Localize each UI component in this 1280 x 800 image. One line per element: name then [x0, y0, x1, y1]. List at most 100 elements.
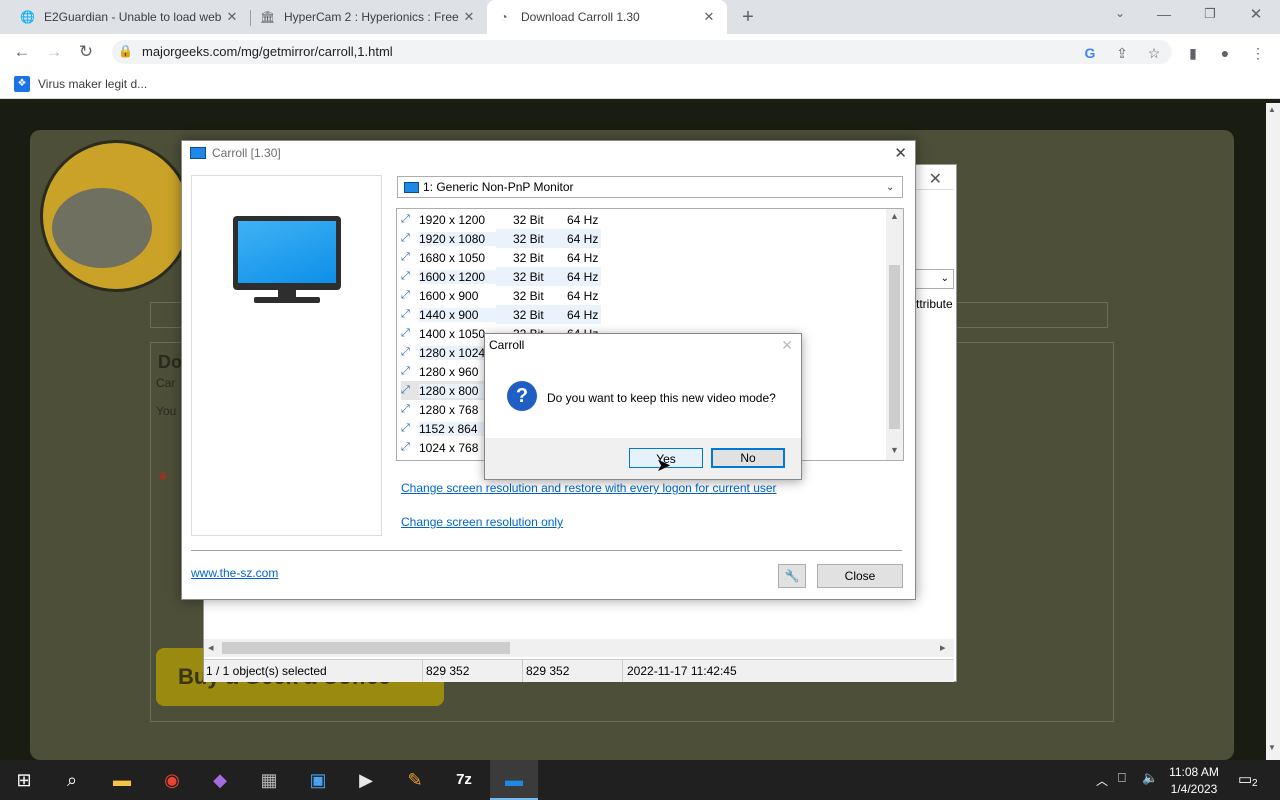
mode-bits: 32 Bit: [513, 307, 544, 322]
resize-arrow-icon: ⤢: [401, 422, 410, 434]
carroll-close-icon[interactable]: ✕: [894, 144, 907, 162]
7zip-icon[interactable]: 7z: [440, 760, 488, 800]
video-mode-row[interactable]: ⤢ 1920 x 1080 32 Bit 64 Hz: [401, 229, 601, 248]
close-tab-icon[interactable]: ✕: [224, 9, 240, 25]
new-tab-button[interactable]: +: [737, 6, 759, 28]
list-scrollbar[interactable]: ▲ ▼: [886, 209, 903, 460]
resize-arrow-icon: ⤢: [401, 403, 410, 415]
photos-icon[interactable]: ▣: [294, 760, 342, 800]
preview-panel: [191, 175, 382, 536]
video-mode-row[interactable]: ⤢ 1600 x 900 32 Bit 64 Hz: [401, 286, 601, 305]
bg-close-icon[interactable]: ✕: [929, 169, 942, 189]
scroll-right-icon[interactable]: ▸: [940, 641, 946, 654]
globe-icon: 🌐: [20, 10, 35, 24]
list-scroll-thumb[interactable]: [889, 265, 900, 429]
resize-arrow-icon: ⤢: [401, 384, 410, 396]
lock-icon[interactable]: 🔒: [118, 44, 133, 58]
warning-icon: ▲: [156, 466, 170, 482]
tab-e2guardian[interactable]: 🌐 E2Guardian - Unable to load web ✕: [10, 0, 250, 34]
restore-icon[interactable]: ❐: [1200, 6, 1220, 22]
forward-icon[interactable]: →: [44, 42, 64, 62]
change-resolution-restore-link[interactable]: Change screen resolution and restore wit…: [401, 481, 777, 495]
close-tab-icon[interactable]: ✕: [461, 9, 477, 25]
mode-resolution: 1920 x 1200: [419, 212, 486, 227]
show-hidden-icons[interactable]: ︿: [1096, 772, 1108, 789]
back-icon[interactable]: ←: [12, 42, 32, 62]
search-icon[interactable]: ⌕: [48, 760, 96, 800]
winrar-icon[interactable]: ▦: [245, 760, 293, 800]
google-icon[interactable]: G: [1081, 44, 1099, 62]
mode-refresh: 64 Hz: [567, 250, 599, 265]
scroll-up-icon[interactable]: ▲: [1268, 105, 1276, 114]
visual-studio-icon[interactable]: ◆: [196, 760, 244, 800]
minimize-icon[interactable]: —: [1154, 6, 1174, 22]
mode-resolution: 1600 x 900: [419, 288, 479, 303]
attributes-header: ttribute: [916, 297, 953, 311]
wrench-icon: 🔧: [784, 569, 800, 583]
video-mode-row[interactable]: ⤢ 1600 x 1200 32 Bit 64 Hz: [401, 267, 601, 286]
close-tab-icon[interactable]: ✕: [701, 9, 717, 25]
tab-search-icon[interactable]: ⌄: [1110, 6, 1130, 20]
video-mode-row[interactable]: ⤢ 1920 x 1200 32 Bit 64 Hz: [401, 210, 601, 229]
status-bar: 1 / 1 object(s) selected 829 352 829 352…: [204, 659, 954, 682]
monitor-select[interactable]: 1: Generic Non-PnP Monitor ⌄: [397, 176, 903, 198]
mascot-face: [52, 188, 152, 268]
carroll-taskbar-icon[interactable]: ▬: [490, 760, 538, 800]
bg-hscroll[interactable]: ◂ ▸: [204, 639, 954, 657]
tab-download-carroll[interactable]: ◔ Download Carroll 1.30 ✕: [487, 0, 727, 34]
volume-icon[interactable]: 🔈: [1142, 770, 1158, 786]
menu-icon[interactable]: ⋮: [1249, 44, 1267, 62]
video-mode-row[interactable]: ⤢ 1440 x 900 32 Bit 64 Hz: [401, 305, 601, 324]
no-button[interactable]: No: [711, 448, 785, 468]
mode-bits: 32 Bit: [513, 288, 544, 303]
scroll-left-icon[interactable]: ◂: [208, 641, 214, 654]
carroll-titlebar[interactable]: Carroll [1.30]: [182, 141, 915, 165]
tab-hypercam[interactable]: 🏛 HyperCam 2 : Hyperionics : Free ✕: [250, 0, 487, 34]
reload-icon[interactable]: ↻: [76, 42, 96, 62]
mouse-cursor-icon: ➤: [656, 455, 672, 475]
resize-arrow-icon: ⤢: [401, 289, 410, 301]
website-link[interactable]: www.the-sz.com: [191, 566, 278, 580]
clock-date: 1/4/2023: [1170, 782, 1218, 796]
window-close-icon[interactable]: ✕: [1246, 5, 1266, 23]
status-date: 2022-11-17 11:42:45: [627, 664, 737, 678]
dialog-message: Do you want to keep this new video mode?: [547, 391, 776, 405]
change-resolution-only-link[interactable]: Change screen resolution only: [401, 515, 563, 529]
scroll-down-icon[interactable]: ▼: [890, 445, 899, 455]
clock[interactable]: 11:08 AM 1/4/2023: [1166, 764, 1222, 798]
url-text[interactable]: majorgeeks.com/mg/getmirror/carroll,1.ht…: [142, 44, 393, 59]
bookmark-star-icon[interactable]: ☆: [1145, 44, 1163, 62]
monitor-select-value: 1: Generic Non-PnP Monitor: [423, 180, 574, 194]
close-button[interactable]: Close: [817, 564, 903, 588]
bookmark-item[interactable]: Virus maker legit d...: [38, 77, 147, 91]
app-monitor-icon: [190, 147, 206, 159]
dialog-close-icon[interactable]: ✕: [781, 337, 793, 354]
video-mode-row[interactable]: ⤢ 1680 x 1050 32 Bit 64 Hz: [401, 248, 601, 267]
network-icon[interactable]: ⎕: [1118, 770, 1126, 786]
dropbox-icon: ❖: [14, 76, 30, 92]
status-selected: 1 / 1 object(s) selected: [206, 664, 327, 678]
file-explorer-icon[interactable]: ▬: [98, 760, 146, 800]
media-player-icon[interactable]: ▶: [342, 760, 390, 800]
scroll-up-icon[interactable]: ▲: [890, 211, 899, 221]
share-icon[interactable]: ⇪: [1113, 44, 1131, 62]
clock-time: 11:08 AM: [1169, 765, 1219, 779]
start-windows-icon[interactable]: ⊞: [0, 760, 48, 800]
settings-button[interactable]: 🔧: [778, 564, 806, 588]
divider: [422, 660, 423, 682]
scroll-down-icon[interactable]: ▼: [1268, 743, 1276, 752]
side-panel-icon[interactable]: ▮: [1184, 44, 1202, 62]
profile-avatar[interactable]: ●: [1216, 44, 1234, 62]
divider: [191, 550, 902, 551]
paint-icon[interactable]: ✎: [391, 760, 439, 800]
hscroll-thumb[interactable]: [222, 642, 510, 654]
action-center-icon[interactable]: ▭: [1238, 770, 1252, 788]
status-packed-size: 829 352: [526, 664, 570, 678]
spinner-icon: ◔: [500, 10, 508, 24]
mode-refresh: 64 Hz: [567, 269, 599, 284]
chrome-icon[interactable]: ◉: [148, 760, 196, 800]
page-scrollbar[interactable]: ▲ ▼: [1266, 103, 1280, 760]
mode-bits: 32 Bit: [513, 212, 544, 227]
resize-arrow-icon: ⤢: [401, 441, 410, 453]
resize-arrow-icon: ⤢: [401, 346, 410, 358]
